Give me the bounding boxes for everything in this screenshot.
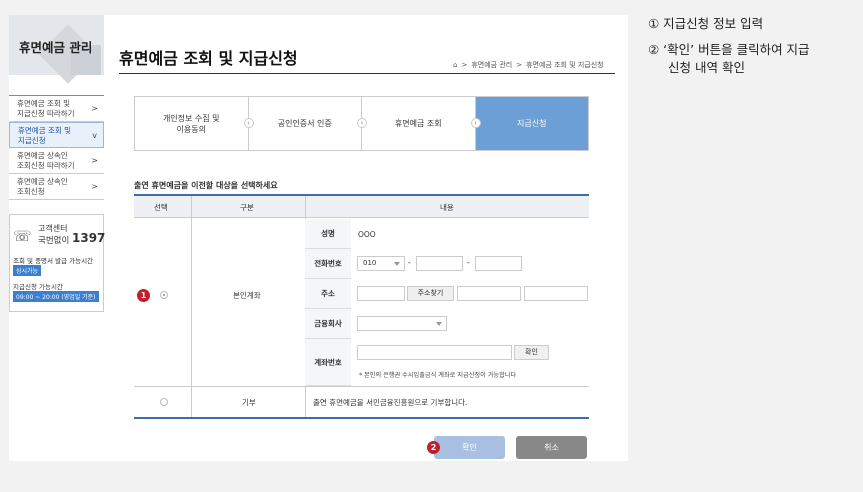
sidebar-item-label: 휴면예금 조회 및 <box>17 99 71 108</box>
chevron-right-icon: › <box>243 118 254 128</box>
step-marker-2: 2 <box>427 441 440 454</box>
phone-last-input[interactable] <box>475 256 522 271</box>
chevron-right-icon: › <box>357 118 367 128</box>
sidebar-menu: 휴면예금 조회 및 지급신청 따라하기 > 휴면예금 조회 및 지급신청 v 휴… <box>9 95 104 200</box>
table-header: 선택 구분 내용 <box>134 196 589 218</box>
step-apply: › 지급신청 <box>470 97 588 150</box>
step-label: 지급신청 <box>517 119 547 128</box>
divider <box>191 196 192 417</box>
chevron-down-icon <box>394 262 400 266</box>
breadcrumb-item[interactable]: 휴면예금 관리 <box>471 60 512 70</box>
header-content: 내용 <box>440 203 454 212</box>
label-account: 계좌번호 <box>305 339 351 386</box>
radio-own-account[interactable] <box>160 291 168 299</box>
instruction-step-2: ② ‘확인’ 버튼을 클릭하여 지급 <box>648 42 810 57</box>
step-inquiry: › 휴면예금 조회 <box>357 97 476 150</box>
cs-hours-label: 조회 및 증명서 발급 가능시간 <box>13 257 94 265</box>
step-label: 개인정보 수집 및 <box>162 113 220 123</box>
label-bank: 금융회사 <box>305 309 351 339</box>
header-select: 선택 <box>154 203 168 212</box>
sidebar-item-heir-guide[interactable]: 휴면예금 상속인 조회신청 따라하기 > <box>9 148 104 174</box>
header-type: 구분 <box>240 203 254 212</box>
phone-prefix-select[interactable]: 010 <box>357 256 405 271</box>
instruction-step-2-cont: 신청 내역 확인 <box>668 60 745 75</box>
sidebar-item-label: 휴면예금 상속인 <box>17 177 68 186</box>
label-address: 주소 <box>305 279 351 309</box>
address-input[interactable] <box>457 286 521 301</box>
sidebar-header: 휴면예금 관리 <box>9 15 104 84</box>
section-title: 출연 휴면예금을 이전할 대상을 선택하세요 <box>134 181 278 190</box>
account-note: * 본인의 은행권 수시입출금식 계좌로 지급신청이 가능합니다 <box>359 372 517 379</box>
table-bottom-border <box>134 417 589 419</box>
name-value: OOO <box>358 230 376 239</box>
dash: - <box>408 258 411 267</box>
label-name: 성명 <box>305 219 351 249</box>
sidebar-item-label: 지급신청 따라하기 <box>17 109 75 118</box>
customer-center-box: ☏ 고객센터 국번없이 1397 조회 및 증명서 발급 가능시간 상시가능 지… <box>9 214 106 312</box>
donation-text: 출연 휴면예금을 서민금융진흥원으로 기부합니다. <box>313 398 468 407</box>
bank-select[interactable] <box>357 316 447 331</box>
breadcrumb: ⌂ > 휴면예금 관리 > 휴면예금 조회 및 지급신청 <box>453 60 604 70</box>
instruction-step-1: ① 지급신청 정보 입력 <box>648 16 764 31</box>
chevron-right-icon: > <box>91 156 98 165</box>
cs-number: 1397 <box>72 231 106 245</box>
divider <box>119 73 615 74</box>
home-icon[interactable]: ⌂ <box>453 61 457 69</box>
chevron-right-icon: > <box>91 104 98 113</box>
sidebar-item-label: 지급신청 <box>18 136 46 145</box>
divider <box>134 386 589 387</box>
breadcrumb-item[interactable]: 휴면예금 조회 및 지급신청 <box>526 60 604 70</box>
breadcrumb-separator: > <box>461 61 468 69</box>
sidebar-item-guide[interactable]: 휴면예금 조회 및 지급신청 따라하기 > <box>9 96 104 122</box>
cs-title: 고객센터 <box>38 224 68 233</box>
phone-prefix-value: 010 <box>363 259 377 267</box>
step-label: 공인인증서 인증 <box>277 119 332 128</box>
chevron-down-icon: v <box>92 131 97 140</box>
account-verify-button[interactable]: 확인 <box>514 345 549 360</box>
label-phone: 전화번호 <box>305 249 351 279</box>
cs-hours-badge: 09:00 ~ 20:00 (영업일 기준) <box>13 291 99 302</box>
sidebar-item-heir-apply[interactable]: 휴면예금 상속인 조회신청 > <box>9 174 104 200</box>
step-label: 휴면예금 조회 <box>394 119 442 128</box>
sidebar-item-apply[interactable]: 휴면예금 조회 및 지급신청 v <box>9 122 104 148</box>
screenshot-panel: 휴면예금 관리 휴면예금 조회 및 지급신청 따라하기 > 휴면예금 조회 및 … <box>9 15 628 461</box>
step-label: 이용동의 <box>176 124 206 134</box>
sidebar-item-label: 휴면예금 상속인 <box>17 151 68 160</box>
progress-steps: 개인정보 수집 및 이용동의 › 공인인증서 인증 › 휴면예금 조회 › 지급… <box>134 96 589 151</box>
cs-subtitle: 국번없이 <box>38 236 70 246</box>
postcode-input[interactable] <box>357 286 405 301</box>
sidebar-item-label: 휴면예금 조회 및 <box>18 126 72 135</box>
dash: - <box>467 258 470 267</box>
address-detail-input[interactable] <box>524 286 588 301</box>
cancel-button[interactable]: 취소 <box>516 436 587 459</box>
sidebar-item-label: 조회신청 따라하기 <box>17 161 75 170</box>
page-title: 휴면예금 조회 및 지급신청 <box>119 49 298 68</box>
sidebar-title: 휴면예금 관리 <box>19 40 93 55</box>
sidebar-item-label: 조회신청 <box>17 187 45 196</box>
cs-hours-label: 지급신청 가능시간 <box>13 283 63 291</box>
radio-donation[interactable] <box>160 398 168 406</box>
breadcrumb-separator: > <box>516 61 523 69</box>
account-number-input[interactable] <box>357 345 512 360</box>
confirm-button[interactable]: 확인 <box>434 436 505 459</box>
step-consent: 개인정보 수집 및 이용동의 <box>135 97 249 150</box>
step-certificate: › 공인인증서 인증 <box>243 97 362 150</box>
chevron-right-icon: > <box>91 182 98 191</box>
chevron-right-icon: › <box>470 118 481 128</box>
phone-icon: ☏ <box>13 227 32 245</box>
phone-middle-input[interactable] <box>416 256 463 271</box>
address-search-button[interactable]: 주소찾기 <box>407 286 454 301</box>
cs-hours-badge: 상시가능 <box>13 265 42 276</box>
type-donation: 기부 <box>242 398 256 407</box>
type-own-account: 본인계좌 <box>233 291 261 300</box>
step-marker-1: 1 <box>137 289 150 302</box>
chevron-down-icon <box>436 322 442 326</box>
